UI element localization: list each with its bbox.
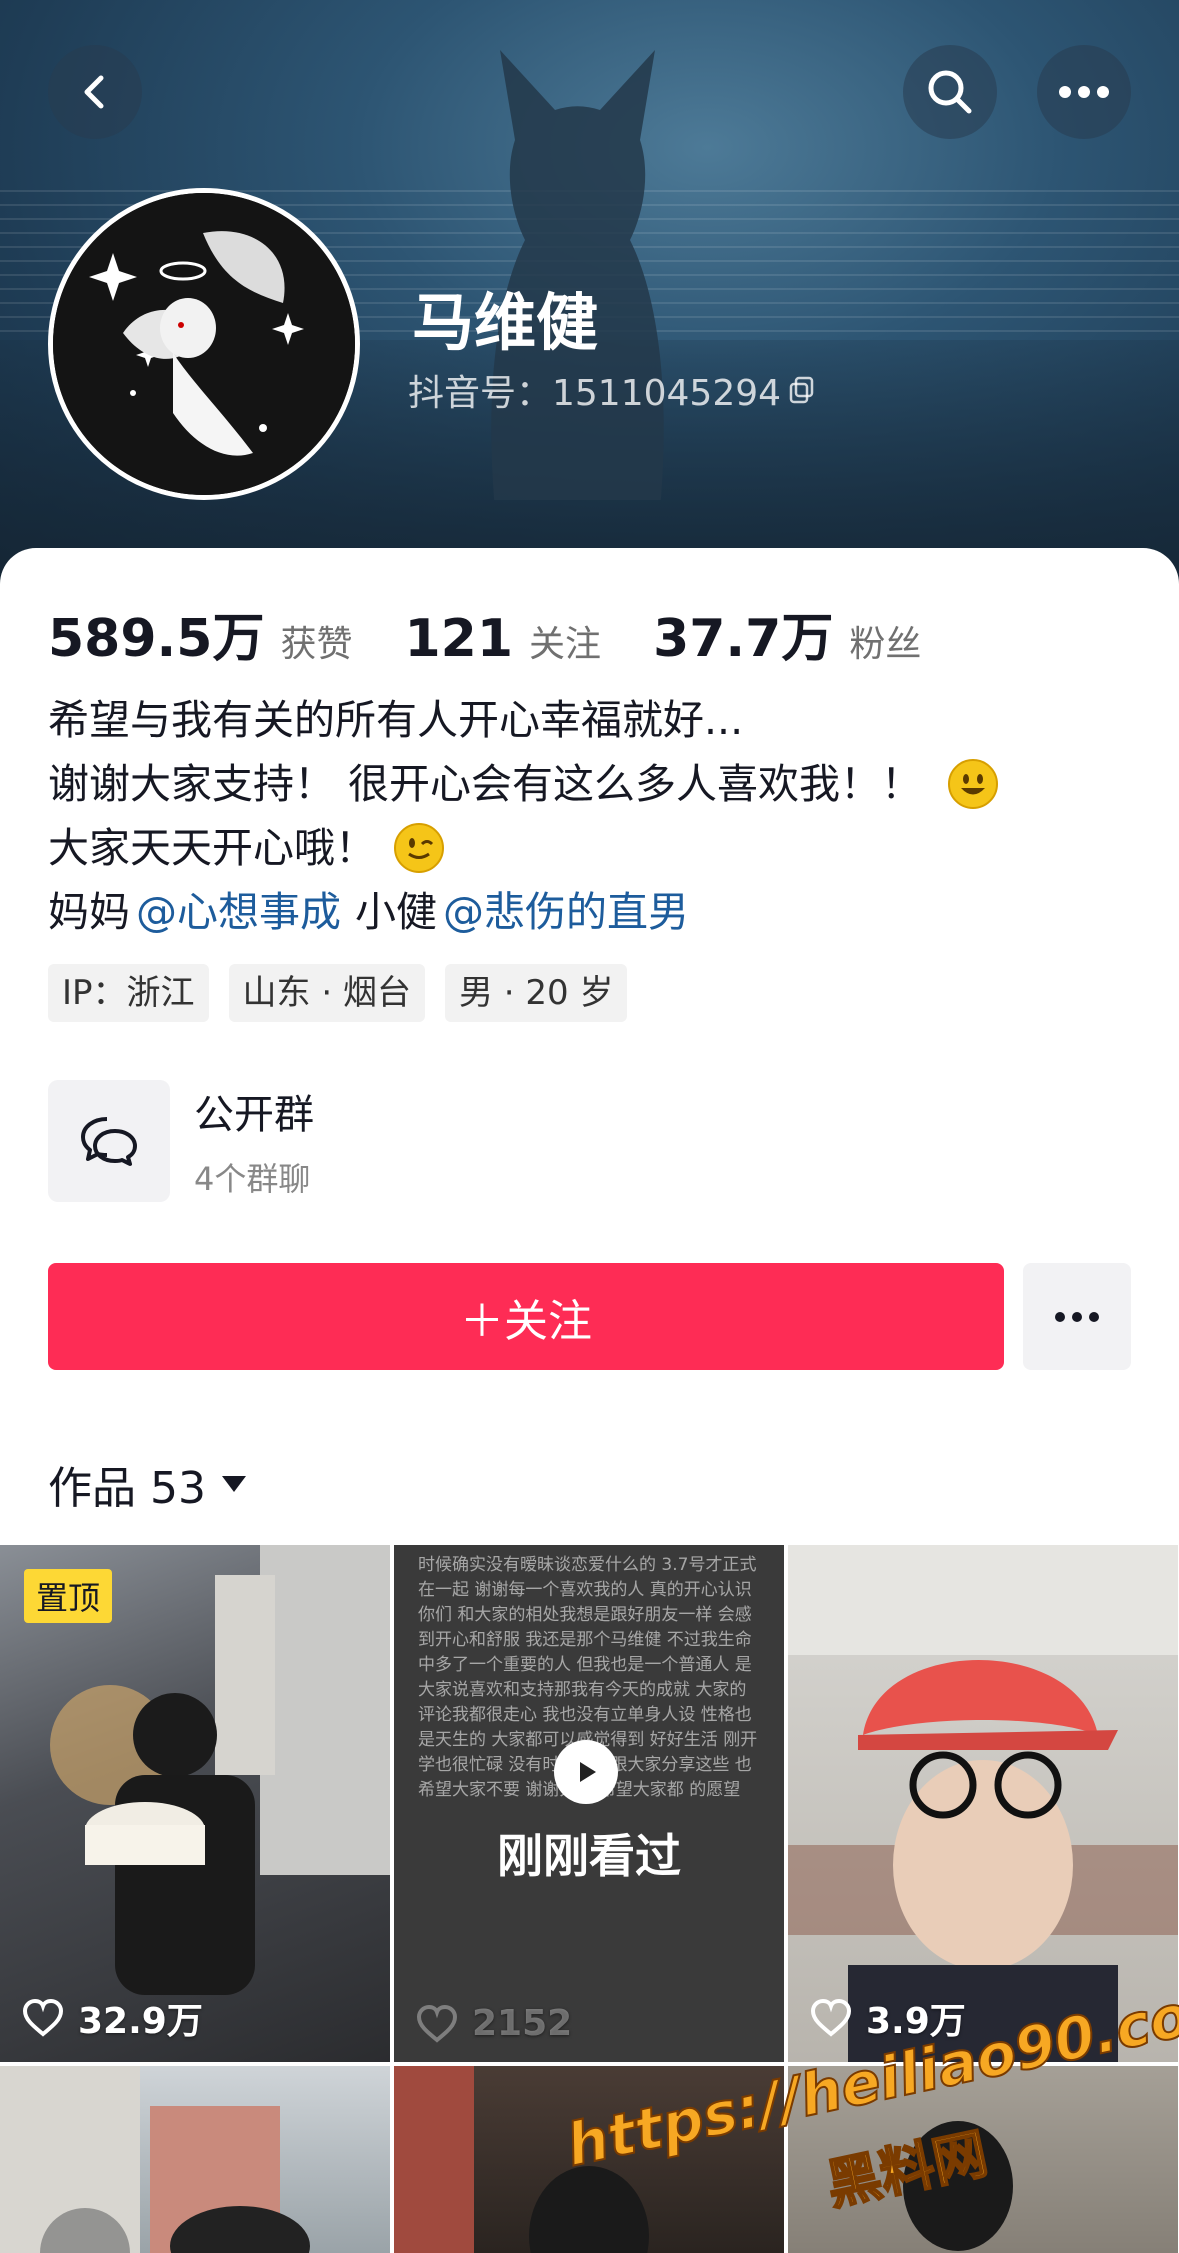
likes-count: 2152	[472, 2003, 573, 2044]
heart-icon	[22, 1999, 64, 2037]
works-tab[interactable]: 作品 53	[48, 1452, 248, 1516]
profile-bio: 希望与我有关的所有人开心幸福就好... 谢谢大家支持！ 很开心会有这么多人喜欢我…	[48, 688, 999, 944]
likes-count: 32.9万	[78, 2001, 203, 2042]
bio-text-4b: 小健	[355, 888, 437, 936]
more-dots-icon	[1055, 1311, 1099, 1322]
video-likes: 2152	[416, 2003, 572, 2044]
video-thumbnail	[788, 1545, 1178, 2062]
pinned-badge: 置顶	[24, 1569, 113, 1623]
bio-text-2: 谢谢大家支持！ 很开心会有这么多人喜欢我！！	[48, 760, 923, 808]
group-chat-icon	[48, 1080, 170, 1202]
heart-icon	[416, 2004, 458, 2043]
mention-link-1[interactable]: @心想事成	[136, 880, 341, 944]
wink-emoji-icon	[394, 823, 444, 873]
recently-watched-label: 刚刚看过	[497, 1829, 681, 1883]
followers-label[interactable]: 粉丝	[849, 615, 921, 667]
caret-down-icon	[221, 1476, 246, 1492]
tag-ip: IP：浙江	[48, 964, 209, 1022]
douyin-id[interactable]: 抖音号：1511045294	[408, 364, 817, 416]
group-subtitle: 4个群聊	[194, 1160, 311, 1198]
search-button[interactable]	[903, 45, 997, 139]
search-icon	[928, 70, 972, 114]
tag-location[interactable]: 山东 · 烟台	[228, 964, 425, 1022]
profile-stats: 589.5万 获赞 121 关注 37.7万 粉丝	[48, 596, 973, 671]
chevron-left-icon	[84, 75, 104, 109]
profile-tags: IP：浙江 山东 · 烟台 男 · 20 岁	[48, 964, 628, 1022]
play-icon	[554, 1740, 618, 1804]
avatar-illustration	[53, 193, 355, 495]
profile-name: 马维健	[412, 286, 599, 359]
douyin-id-text: 抖音号：1511045294	[408, 373, 782, 414]
video-tile[interactable]: 时候确实没有暧昧谈恋爱什么的 3.7号才正式在一起 谢谢每一个喜欢我的人 真的开…	[394, 1545, 784, 2062]
group-title: 公开群	[194, 1092, 314, 1138]
bio-text-1: 希望与我有关的所有人开心幸福就好...	[48, 696, 744, 744]
more-options-button[interactable]	[1037, 45, 1131, 139]
bio-text-3: 大家天天开心哦！	[48, 824, 376, 872]
video-tile[interactable]: 3.9万	[788, 1545, 1178, 2062]
video-tile[interactable]	[0, 2066, 390, 2253]
video-thumbnail	[0, 2066, 310, 2253]
cat-silhouette	[491, 50, 664, 500]
bio-text-4a: 妈妈	[48, 888, 130, 936]
tag-gender-age: 男 · 20 岁	[444, 964, 628, 1022]
follow-button[interactable]: ＋关注	[48, 1263, 1004, 1370]
likes-label: 获赞	[280, 624, 353, 665]
bio-line-4: 妈妈 @心想事成 小健 @悲伤的直男	[48, 880, 998, 944]
mention-link-2[interactable]: @悲伤的直男	[443, 880, 689, 944]
video-likes: 32.9万	[22, 1992, 203, 2044]
more-dots-icon	[1059, 86, 1109, 98]
public-group-entry[interactable]: 公开群 4个群聊	[48, 1080, 314, 1202]
group-text: 公开群 4个群聊	[170, 1082, 314, 1200]
follow-more-button[interactable]	[1023, 1263, 1131, 1370]
followers-count[interactable]: 37.7万	[653, 596, 833, 671]
smiley-emoji-icon	[948, 759, 999, 809]
works-label: 作品 53	[48, 1463, 206, 1514]
bio-line-3: 大家天天开心哦！	[48, 816, 998, 880]
video-tile[interactable]: 置顶 32.9万	[0, 1545, 390, 2062]
bio-line-1: 希望与我有关的所有人开心幸福就好...	[48, 688, 998, 752]
following-count[interactable]: 121	[405, 609, 514, 669]
following-label[interactable]: 关注	[529, 615, 601, 667]
back-button[interactable]	[48, 45, 142, 139]
heart-icon	[810, 1999, 852, 2037]
copy-icon[interactable]	[787, 375, 817, 405]
likes-count: 589.5万	[48, 609, 265, 669]
bio-line-2: 谢谢大家支持！ 很开心会有这么多人喜欢我！！	[48, 752, 999, 816]
avatar[interactable]	[48, 188, 360, 500]
